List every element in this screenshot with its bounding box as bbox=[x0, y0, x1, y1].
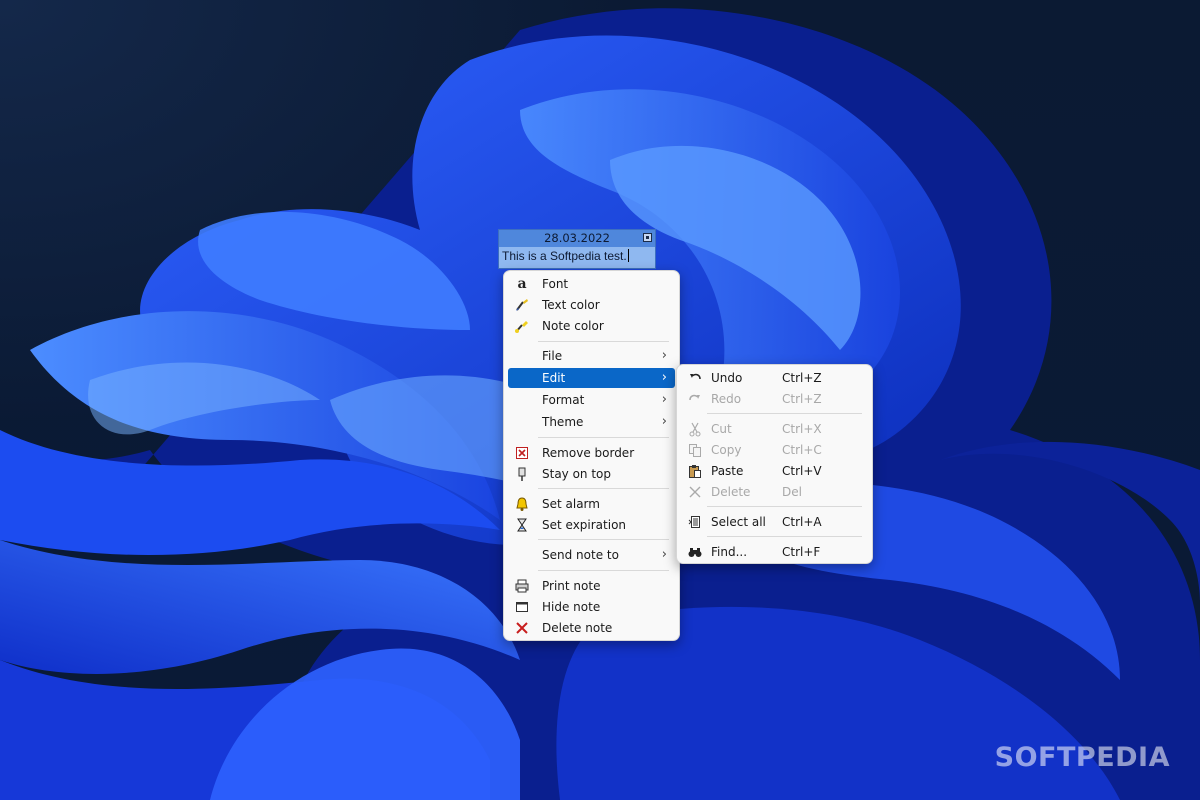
menu-item-format[interactable]: Format › bbox=[508, 390, 675, 410]
binoculars-icon bbox=[687, 544, 703, 560]
menu-item-text-color[interactable]: Text color bbox=[508, 295, 675, 315]
note-title-bar[interactable]: 28.03.2022 bbox=[499, 230, 655, 247]
menu-item-edit[interactable]: Edit › bbox=[508, 368, 675, 388]
brush-icon bbox=[514, 297, 530, 313]
menu-item-hide-note[interactable]: Hide note bbox=[508, 597, 675, 617]
menu-item-font[interactable]: a Font bbox=[508, 274, 675, 294]
menu-separator bbox=[707, 536, 862, 537]
note-close-icon[interactable] bbox=[643, 233, 652, 242]
menu-item-stay-on-top[interactable]: Stay on top bbox=[508, 464, 675, 484]
sticky-note[interactable]: 28.03.2022 This is a Softpedia test. bbox=[499, 230, 655, 268]
chevron-right-icon: › bbox=[661, 547, 667, 562]
menu-item-file[interactable]: File › bbox=[508, 346, 675, 366]
menu-separator bbox=[538, 488, 669, 489]
note-text-area[interactable]: This is a Softpedia test. bbox=[499, 247, 655, 265]
edit-item-find[interactable]: Find... Ctrl+F bbox=[681, 542, 868, 562]
scissors-icon bbox=[687, 421, 703, 437]
hourglass-icon bbox=[514, 517, 530, 533]
menu-separator bbox=[707, 506, 862, 507]
chevron-right-icon: › bbox=[661, 348, 667, 363]
note-context-menu: a Font Text color Note color File › Edit… bbox=[503, 270, 680, 641]
menu-separator bbox=[538, 570, 669, 571]
edit-item-copy[interactable]: Copy Ctrl+C bbox=[681, 440, 868, 460]
menu-item-send-note-to[interactable]: Send note to › bbox=[508, 545, 675, 565]
menu-separator bbox=[707, 413, 862, 414]
undo-icon bbox=[687, 370, 703, 386]
edit-item-undo[interactable]: Undo Ctrl+Z bbox=[681, 368, 868, 388]
softpedia-watermark: SOFTPEDIA bbox=[994, 742, 1170, 773]
menu-item-print-note[interactable]: Print note bbox=[508, 576, 675, 596]
x-icon bbox=[687, 484, 703, 500]
note-date: 28.03.2022 bbox=[544, 231, 610, 245]
pin-icon bbox=[514, 466, 530, 482]
copy-icon bbox=[687, 442, 703, 458]
select-all-icon bbox=[687, 514, 703, 530]
clipboard-icon bbox=[687, 463, 703, 479]
menu-item-remove-border[interactable]: Remove border bbox=[508, 443, 675, 463]
paint-brush-icon bbox=[514, 318, 530, 334]
window-icon bbox=[514, 599, 530, 615]
menu-item-theme[interactable]: Theme › bbox=[508, 412, 675, 432]
remove-border-icon bbox=[514, 445, 530, 461]
menu-item-set-expiration[interactable]: Set expiration bbox=[508, 515, 675, 535]
menu-item-delete-note[interactable]: Delete note bbox=[508, 618, 675, 638]
note-text: This is a Softpedia test. bbox=[502, 249, 627, 263]
printer-icon bbox=[514, 578, 530, 594]
edit-item-delete[interactable]: Delete Del bbox=[681, 482, 868, 502]
edit-item-redo[interactable]: Redo Ctrl+Z bbox=[681, 389, 868, 409]
edit-item-paste[interactable]: Paste Ctrl+V bbox=[681, 461, 868, 481]
menu-separator bbox=[538, 539, 669, 540]
redo-icon bbox=[687, 391, 703, 407]
text-caret bbox=[627, 249, 629, 262]
menu-separator bbox=[538, 437, 669, 438]
menu-item-note-color[interactable]: Note color bbox=[508, 316, 675, 336]
font-a-icon: a bbox=[517, 276, 527, 292]
menu-item-set-alarm[interactable]: Set alarm bbox=[508, 494, 675, 514]
chevron-right-icon: › bbox=[661, 370, 667, 385]
edit-submenu: Undo Ctrl+Z Redo Ctrl+Z Cut Ctrl+X Copy … bbox=[676, 364, 873, 564]
red-x-icon bbox=[514, 620, 530, 636]
edit-item-cut[interactable]: Cut Ctrl+X bbox=[681, 419, 868, 439]
chevron-right-icon: › bbox=[661, 392, 667, 407]
menu-separator bbox=[538, 341, 669, 342]
chevron-right-icon: › bbox=[661, 414, 667, 429]
bell-icon bbox=[514, 496, 530, 512]
edit-item-select-all[interactable]: Select all Ctrl+A bbox=[681, 512, 868, 532]
